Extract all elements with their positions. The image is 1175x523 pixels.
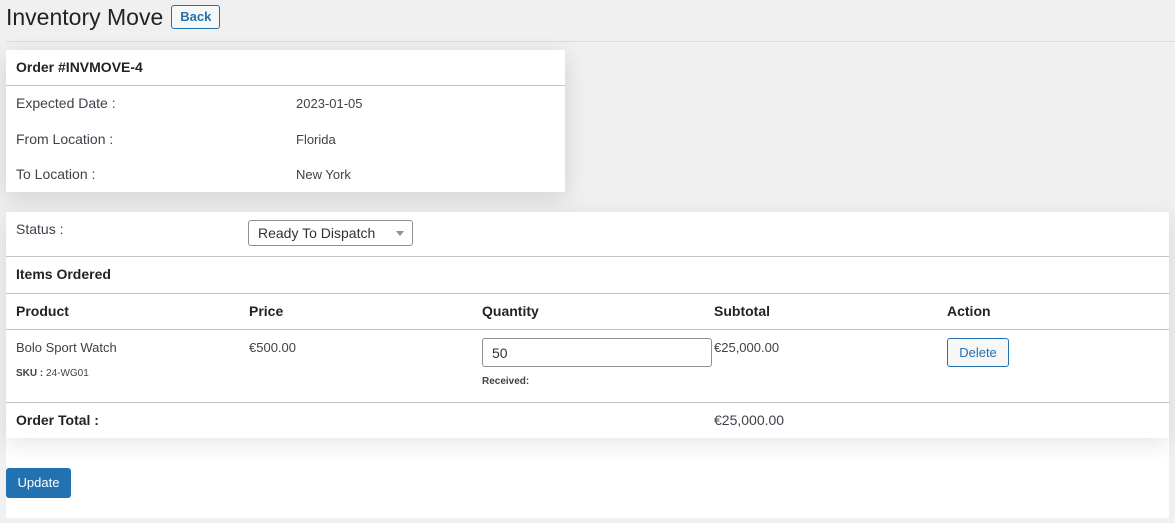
quantity-input[interactable] — [482, 338, 712, 367]
product-name: Bolo Sport Watch — [16, 340, 117, 355]
col-price: Price — [249, 303, 284, 319]
product-sku: SKU : 24-WG01 — [16, 368, 89, 379]
delete-button[interactable]: Delete — [947, 338, 1009, 367]
product-subtotal: €25,000.00 — [714, 340, 780, 355]
from-location-label: From Location : — [16, 131, 114, 147]
divider — [6, 402, 1169, 403]
divider — [6, 293, 1169, 294]
page-header: Inventory Move Back — [6, 2, 221, 32]
to-location-label: To Location : — [16, 166, 96, 182]
chevron-down-icon — [396, 231, 404, 236]
from-location-value: Florida — [296, 132, 336, 147]
col-action: Action — [947, 303, 991, 319]
items-panel: Status : Ready To Dispatch Items Ordered… — [6, 212, 1169, 518]
expected-date-value: 2023-01-05 — [296, 96, 363, 111]
col-quantity: Quantity — [482, 303, 539, 319]
order-total-value: €25,000.00 — [714, 412, 785, 428]
col-subtotal: Subtotal — [714, 303, 770, 319]
status-label: Status : — [16, 221, 64, 237]
divider — [6, 256, 1169, 257]
status-selected-value: Ready To Dispatch — [258, 225, 376, 241]
back-button[interactable]: Back — [171, 5, 221, 29]
header-divider — [6, 41, 1175, 42]
status-select[interactable]: Ready To Dispatch — [248, 220, 413, 246]
page-title: Inventory Move — [6, 4, 164, 30]
product-price: €500.00 — [249, 340, 296, 355]
sku-value: 24-WG01 — [46, 368, 89, 379]
order-details-card: Order #INVMOVE-4 Expected Date : 2023-01… — [6, 50, 565, 192]
order-title: Order #INVMOVE-4 — [6, 50, 565, 86]
to-location-value: New York — [296, 167, 351, 182]
items-table: Status : Ready To Dispatch Items Ordered… — [6, 212, 1169, 438]
order-total-label: Order Total : — [16, 412, 99, 428]
update-button[interactable]: Update — [6, 468, 71, 498]
items-ordered-heading: Items Ordered — [16, 266, 111, 282]
divider — [6, 329, 1169, 330]
received-label: Received: — [482, 376, 530, 387]
expected-date-label: Expected Date : — [16, 95, 116, 111]
col-product: Product — [16, 303, 69, 319]
sku-label: SKU : — [16, 368, 44, 379]
